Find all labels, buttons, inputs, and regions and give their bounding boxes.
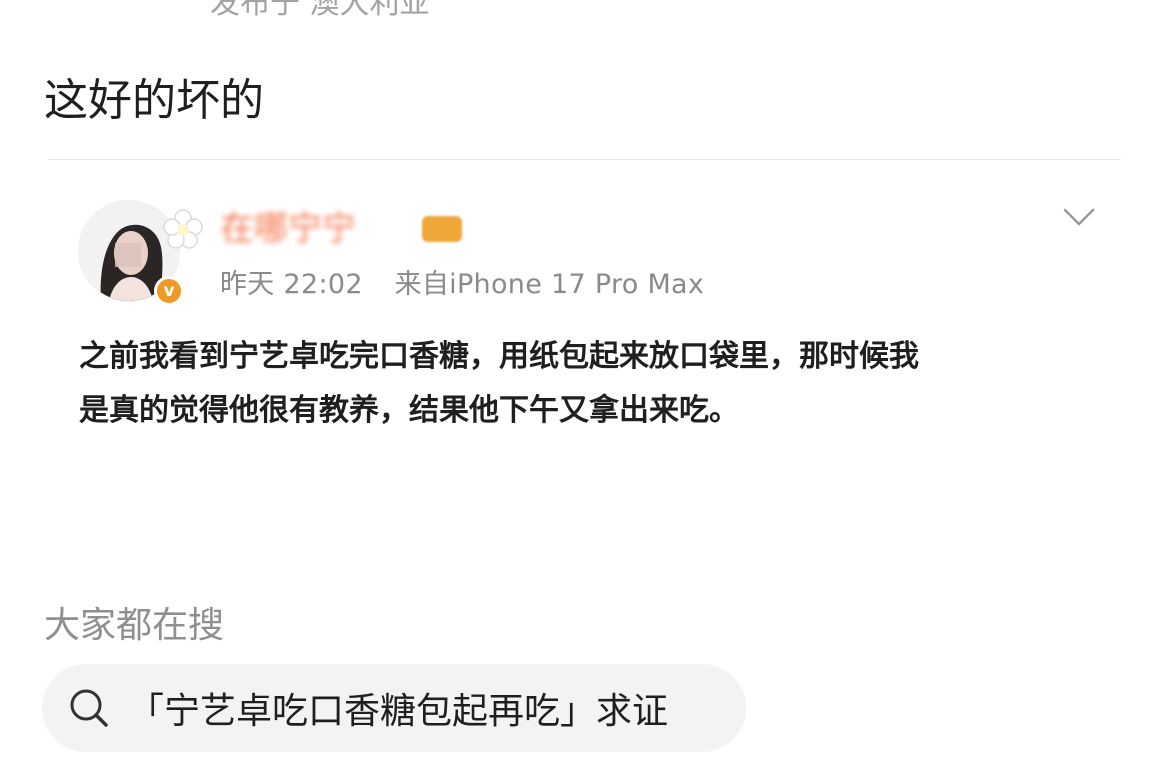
- post-body: 之前我看到宁艺卓吃完口香糖，用纸包起来放口袋里，那时候我 是真的觉得他很有教养，…: [79, 330, 1089, 438]
- avatar-container[interactable]: v: [78, 200, 203, 306]
- verified-badge-icon: v: [154, 276, 184, 306]
- post-source: 来自iPhone 17 Pro Max: [394, 269, 705, 300]
- post-body-line: 之前我看到宁艺卓吃完口香糖，用纸包起来放口袋里，那时候我: [79, 339, 919, 374]
- divider: [48, 159, 1121, 160]
- post-location: 发布于 澳大利亚: [210, 0, 430, 21]
- post-timestamp: 昨天 22:02: [220, 269, 363, 300]
- search-icon: [70, 689, 108, 727]
- trending-search-query: 「宁艺卓吃口香糖包起再吃」求证: [128, 691, 669, 732]
- post-caption: 这好的坏的: [44, 75, 264, 126]
- trending-section-title: 大家都在搜: [44, 605, 225, 646]
- post-meta: 昨天 22:02 来自iPhone 17 Pro Max: [220, 262, 704, 301]
- chevron-down-icon[interactable]: [1062, 206, 1096, 228]
- post-body-line: 是真的觉得他很有教养，结果他下午又拿出来吃。: [79, 393, 739, 428]
- flower-sticker-icon: [163, 209, 203, 249]
- trending-search-chip[interactable]: 「宁艺卓吃口香糖包起再吃」求证: [42, 664, 746, 752]
- quoted-post-card[interactable]: v 在哪宁宁 昨天 22:02 来自iPhone 17 Pro Max 之前我看…: [60, 170, 1130, 555]
- level-badge: [422, 216, 462, 242]
